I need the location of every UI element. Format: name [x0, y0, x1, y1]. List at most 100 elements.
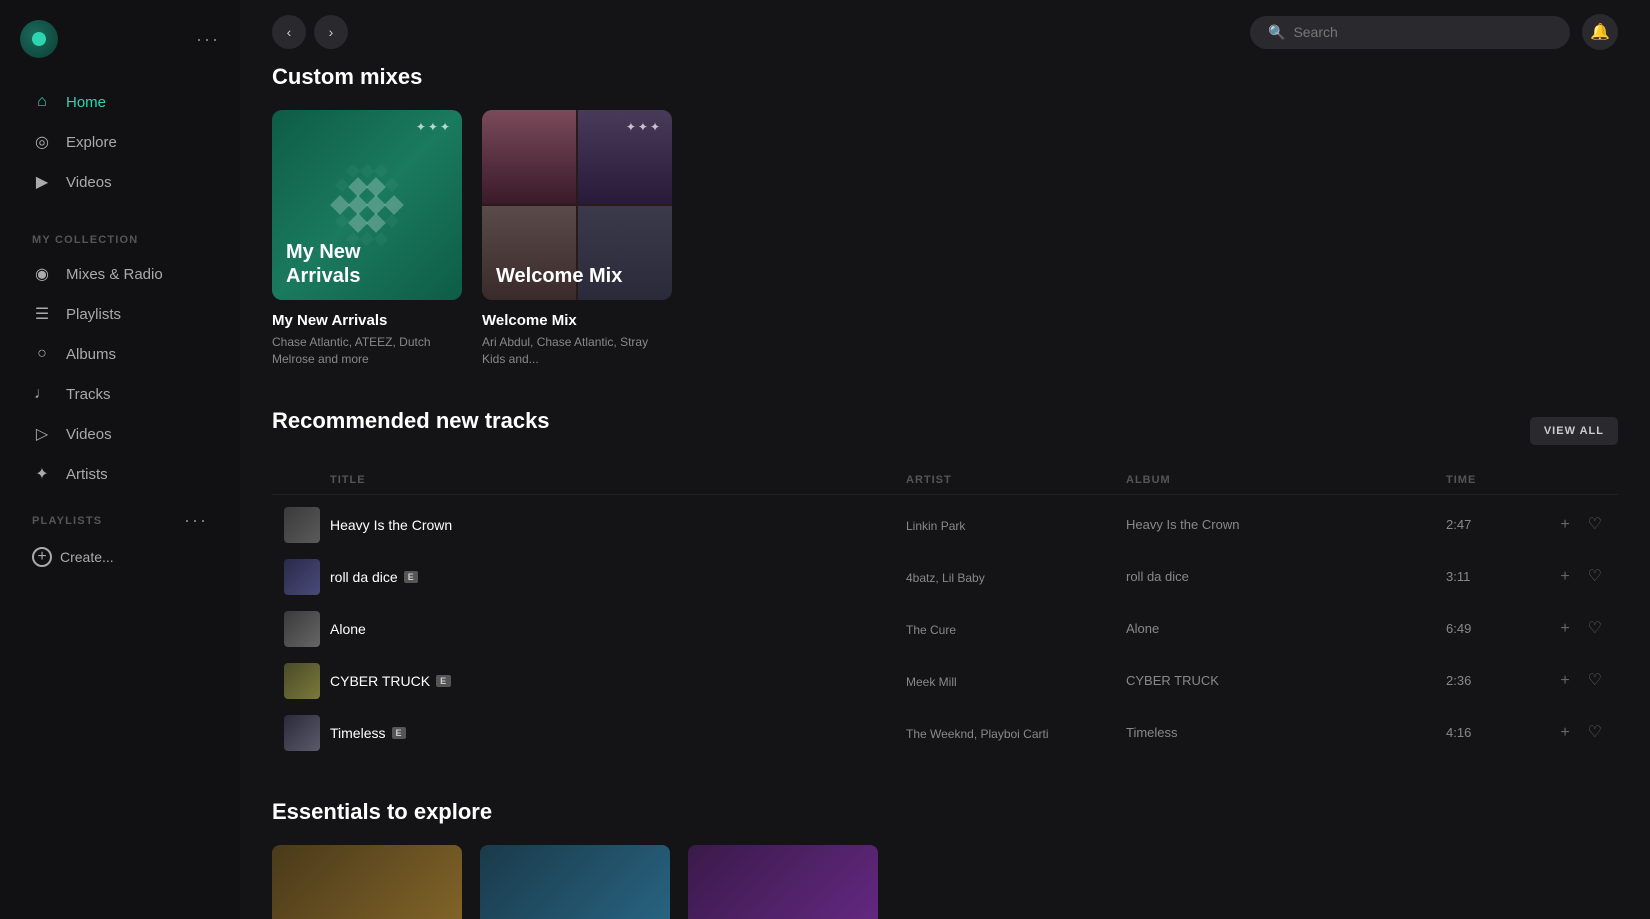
mix-desc-welcome: Ari Abdul, Chase Atlantic, Stray Kids an…: [482, 334, 672, 368]
track-album-2: Alone: [1126, 621, 1446, 636]
track-name-2: Alone: [330, 621, 906, 637]
track-like-button-3[interactable]: ♡: [1584, 669, 1606, 693]
forward-button[interactable]: ›: [314, 15, 348, 49]
track-like-button-1[interactable]: ♡: [1584, 565, 1606, 589]
track-album-1: roll da dice: [1126, 569, 1446, 584]
sidebar-more-button[interactable]: ···: [196, 29, 220, 50]
col-header-actions: [1546, 474, 1606, 486]
essential-card-0[interactable]: [272, 845, 462, 919]
sidebar: ··· ⌂ Home ◎ Explore ▶ Videos MY COLLECT…: [0, 0, 240, 919]
track-thumb-4: [284, 715, 320, 751]
playlists-icon: ☰: [32, 304, 52, 324]
track-thumb-1: [284, 559, 320, 595]
custom-mixes-title: Custom mixes: [272, 64, 1618, 90]
main-content: ‹ › 🔍 🔔 Custom mixes ✦✦✦: [240, 0, 1650, 919]
nav-item-videos-main[interactable]: ▶ Videos: [20, 162, 220, 202]
nav-item-videos-collection[interactable]: ▷ Videos: [20, 414, 220, 454]
nav-item-videos-main-label: Videos: [66, 174, 112, 191]
explicit-badge-4: E: [392, 727, 407, 739]
mix-artwork-new-arrivals: ✦✦✦ My NewArrivals: [272, 110, 462, 300]
col-header-empty: [284, 474, 330, 486]
track-actions-4: + ♡: [1546, 721, 1606, 745]
track-actions-0: + ♡: [1546, 513, 1606, 537]
mix-name-welcome: Welcome Mix: [482, 312, 672, 329]
track-thumb-3: [284, 663, 320, 699]
col-header-title: TITLE: [330, 474, 906, 486]
explicit-badge-1: E: [404, 571, 419, 583]
track-title-col-2: Alone: [330, 621, 906, 637]
header-right: 🔍 🔔: [1250, 14, 1618, 50]
nav-item-tracks-label: Tracks: [66, 386, 110, 403]
track-row-heavy-is-crown[interactable]: Heavy Is the Crown Linkin Park Heavy Is …: [272, 499, 1618, 551]
track-row-timeless[interactable]: Timeless E The Weeknd, Playboi Carti Tim…: [272, 707, 1618, 759]
view-all-button[interactable]: VIEW ALL: [1530, 417, 1618, 445]
nav-item-albums[interactable]: ○ Albums: [20, 334, 220, 374]
track-row-roll-da-dice[interactable]: roll da dice E 4batz, Lil Baby roll da d…: [272, 551, 1618, 603]
app-logo: [20, 20, 58, 58]
track-add-button-4[interactable]: +: [1556, 721, 1573, 745]
nav-item-tracks[interactable]: ♩ Tracks: [20, 374, 220, 414]
nav-item-playlists[interactable]: ☰ Playlists: [20, 294, 220, 334]
track-name-1: roll da dice E: [330, 569, 906, 585]
videos-main-icon: ▶: [32, 172, 52, 192]
top-bar: ‹ › 🔍 🔔: [240, 0, 1650, 64]
sidebar-logo-area: ···: [0, 20, 240, 82]
track-row-cyber-truck[interactable]: CYBER TRUCK E Meek Mill CYBER TRUCK 2:36…: [272, 655, 1618, 707]
track-thumb-0: [284, 507, 320, 543]
welcome-quad-1: [482, 110, 576, 204]
track-actions-2: + ♡: [1546, 617, 1606, 641]
thumb-img-2: [284, 611, 320, 647]
create-playlist-button[interactable]: + Create...: [20, 539, 220, 575]
track-artist-0: Linkin Park: [906, 519, 1126, 533]
mix-more-dots-welcome[interactable]: ✦✦✦: [626, 120, 662, 134]
logo-dot: [32, 32, 46, 46]
nav-arrows: ‹ ›: [272, 15, 348, 49]
track-title-col-4: Timeless E: [330, 725, 906, 741]
track-like-button-4[interactable]: ♡: [1584, 721, 1606, 745]
essential-card-1[interactable]: [480, 845, 670, 919]
col-header-time: TIME: [1446, 474, 1546, 486]
track-row-alone[interactable]: Alone The Cure Alone 6:49 + ♡: [272, 603, 1618, 655]
back-button[interactable]: ‹: [272, 15, 306, 49]
nav-item-mixes[interactable]: ◉ Mixes & Radio: [20, 254, 220, 294]
create-playlist-label: Create...: [60, 549, 114, 565]
thumb-img-0: [284, 507, 320, 543]
nav-item-albums-label: Albums: [66, 346, 116, 363]
track-time-0: 2:47: [1446, 517, 1546, 532]
track-add-button-3[interactable]: +: [1556, 669, 1573, 693]
essential-artwork-2: [688, 845, 878, 919]
track-artist-4: The Weeknd, Playboi Carti: [906, 727, 1126, 741]
explicit-badge-3: E: [436, 675, 451, 687]
recommended-tracks-title: Recommended new tracks: [272, 408, 550, 434]
mix-card-welcome[interactable]: ✦✦✦ Welcome Mix: [482, 110, 672, 368]
track-album-3: CYBER TRUCK: [1126, 673, 1446, 688]
essential-artwork-1: [480, 845, 670, 919]
thumb-img-4: [284, 715, 320, 751]
plus-icon: +: [32, 547, 52, 567]
search-bar: 🔍: [1250, 16, 1570, 49]
track-title-col-0: Heavy Is the Crown: [330, 517, 906, 533]
nav-item-home[interactable]: ⌂ Home: [20, 82, 220, 122]
track-name-0: Heavy Is the Crown: [330, 517, 906, 533]
track-like-button-0[interactable]: ♡: [1584, 513, 1606, 537]
playlists-more-button[interactable]: ···: [184, 510, 208, 531]
track-add-button-0[interactable]: +: [1556, 513, 1573, 537]
artists-icon: ✦: [32, 464, 52, 484]
track-actions-1: + ♡: [1546, 565, 1606, 589]
track-like-button-2[interactable]: ♡: [1584, 617, 1606, 641]
nav-item-artists[interactable]: ✦ Artists: [20, 454, 220, 494]
tracks-icon: ♩: [32, 384, 52, 404]
playlists-header: PLAYLISTS ···: [20, 502, 220, 539]
essential-card-2[interactable]: [688, 845, 878, 919]
nav-item-explore[interactable]: ◎ Explore: [20, 122, 220, 162]
main-nav: ⌂ Home ◎ Explore ▶ Videos: [0, 82, 240, 202]
essential-artwork-0: [272, 845, 462, 919]
search-input[interactable]: [1293, 24, 1552, 40]
collection-label: MY COLLECTION: [20, 218, 220, 254]
track-add-button-2[interactable]: +: [1556, 617, 1573, 641]
notification-button[interactable]: 🔔: [1582, 14, 1618, 50]
home-icon: ⌂: [32, 92, 52, 112]
track-add-button-1[interactable]: +: [1556, 565, 1573, 589]
track-album-4: Timeless: [1126, 725, 1446, 740]
mix-card-new-arrivals[interactable]: ✦✦✦ My NewArrivals My New Arrivals Chase…: [272, 110, 462, 368]
